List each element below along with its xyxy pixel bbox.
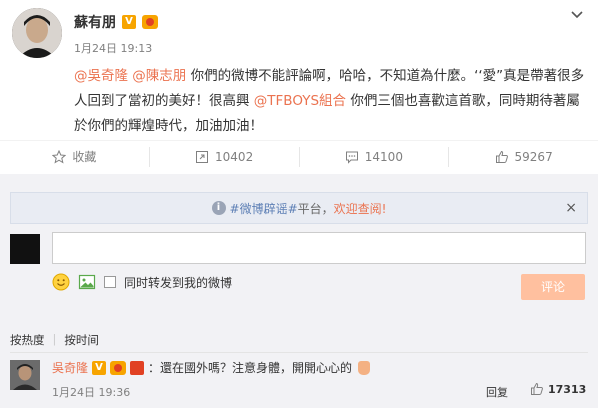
comment-text: ：還在國外嗎？注意身體，開開心心的 bbox=[148, 361, 353, 375]
verified-badge-icon: V bbox=[122, 15, 136, 29]
favorite-button[interactable]: 收藏 bbox=[0, 146, 150, 167]
verified-badge-icon: V bbox=[92, 361, 107, 375]
repost-checkbox[interactable] bbox=[104, 276, 116, 288]
commenter-avatar[interactable] bbox=[10, 360, 40, 390]
reply-button[interactable]: 回复 bbox=[486, 384, 508, 400]
author-line: 蘇有朋 V bbox=[74, 12, 158, 32]
author-name[interactable]: 蘇有朋 bbox=[74, 12, 116, 32]
emoji-icon[interactable] bbox=[52, 273, 70, 291]
mention-link[interactable]: @陳志朋 bbox=[132, 68, 186, 84]
red-envelope-icon bbox=[130, 361, 145, 375]
comment-input[interactable] bbox=[52, 232, 586, 264]
notice-link[interactable]: 欢迎查阅! bbox=[334, 200, 387, 217]
post-actions: 收藏 10402 14100 59267 bbox=[0, 140, 598, 172]
mention-link[interactable]: @TFBOYS組合 bbox=[254, 93, 346, 109]
comment-like-count: 17313 bbox=[548, 382, 587, 396]
chevron-down-icon[interactable] bbox=[570, 8, 584, 22]
thumbs-up-emoji-icon bbox=[358, 361, 371, 375]
comment-like-button[interactable]: 17313 bbox=[530, 382, 586, 396]
divider bbox=[10, 352, 588, 353]
post-time[interactable]: 1月24日 19:13 bbox=[74, 40, 152, 56]
my-avatar[interactable] bbox=[10, 234, 40, 264]
comment-count: 14100 bbox=[364, 149, 403, 164]
like-count: 59267 bbox=[514, 149, 553, 164]
info-icon: i bbox=[211, 201, 226, 215]
submit-comment-button[interactable]: 评论 bbox=[521, 274, 585, 300]
close-icon[interactable]: × bbox=[565, 200, 577, 216]
comment-button[interactable]: 14100 bbox=[300, 146, 450, 167]
post-content: @吳奇隆 @陳志朋 你們的微博不能評論啊，哈哈，不知道為什麼。‘‘愛”真是帶著很… bbox=[74, 64, 586, 139]
sort-by-hot[interactable]: 按热度 bbox=[10, 332, 45, 348]
sort-by-time[interactable]: 按时间 bbox=[64, 332, 99, 348]
comment-icon bbox=[345, 151, 358, 164]
commenter-name[interactable]: 吳奇隆 bbox=[52, 360, 88, 376]
mention-link[interactable]: @吳奇隆 bbox=[74, 68, 128, 84]
comments-section: i #微博辟谣# 平台， 欢迎查阅! × 同时转发到我的微博 评论 按热度 | … bbox=[0, 174, 598, 408]
thumbs-up-icon bbox=[495, 150, 508, 163]
sort-separator: | bbox=[52, 332, 57, 346]
repost-button[interactable]: 10402 bbox=[150, 146, 300, 167]
repost-icon bbox=[196, 150, 209, 163]
repost-count: 10402 bbox=[215, 149, 254, 164]
notice-text: 平台， bbox=[297, 201, 334, 216]
like-button[interactable]: 59267 bbox=[449, 147, 598, 167]
image-icon[interactable] bbox=[78, 273, 96, 291]
member-badge-icon bbox=[110, 361, 127, 375]
comment-time: 1月24日 19:36 bbox=[52, 386, 131, 399]
comment-item: 吳奇隆 V ：還在國外嗎？注意身體，開開心心的 bbox=[52, 360, 371, 376]
weibo-post: 蘇有朋 V 1月24日 19:13 @吳奇隆 @陳志朋 你們的微博不能評論啊，哈… bbox=[0, 0, 598, 180]
composer-tools: 同时转发到我的微博 bbox=[52, 272, 232, 292]
rumor-notice-bar: i #微博辟谣# 平台， 欢迎查阅! × bbox=[10, 192, 588, 224]
star-icon bbox=[52, 149, 67, 164]
member-badge-icon bbox=[142, 15, 158, 29]
favorite-label: 收藏 bbox=[72, 150, 97, 164]
thumbs-up-icon bbox=[531, 382, 543, 395]
repost-checkbox-label: 同时转发到我的微博 bbox=[124, 275, 233, 290]
notice-hashtag[interactable]: #微博辟谣# bbox=[230, 200, 298, 217]
author-avatar[interactable] bbox=[12, 8, 62, 58]
comment-sort: 按热度 | 按时间 bbox=[10, 332, 99, 348]
